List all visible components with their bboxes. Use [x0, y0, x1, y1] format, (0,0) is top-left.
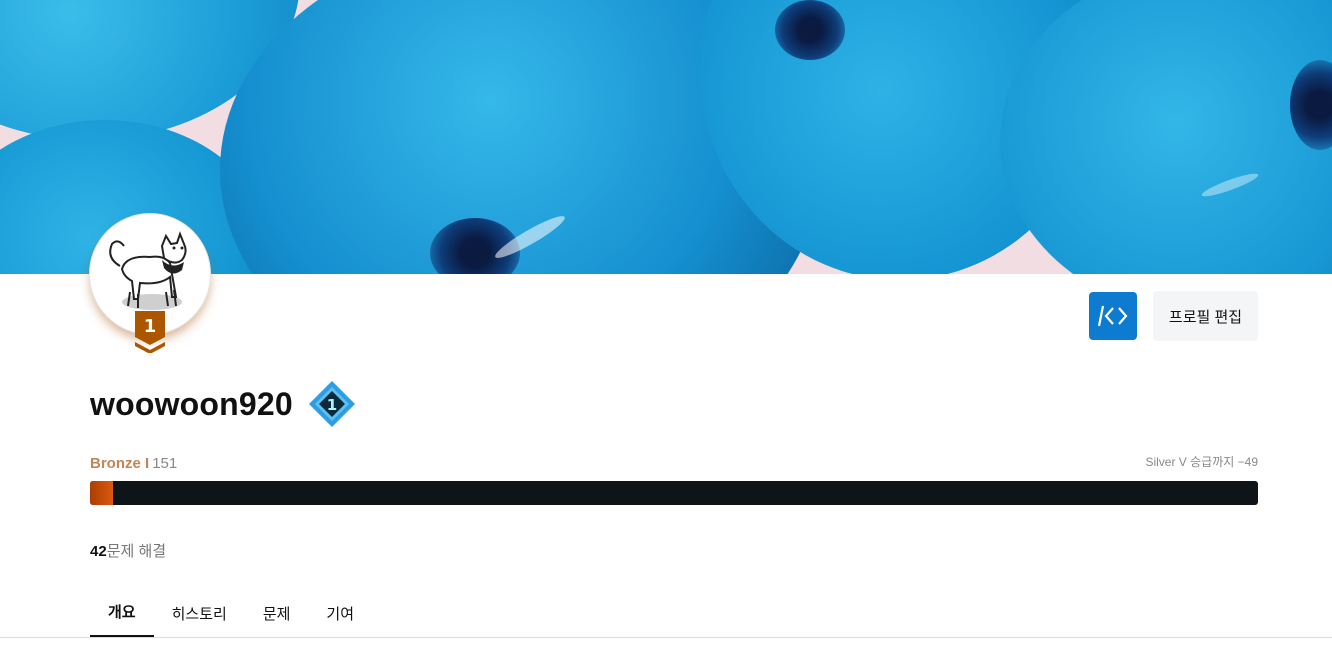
- class-badge-icon: 1: [308, 381, 355, 427]
- code-brackets-icon: [1097, 305, 1128, 327]
- tier-rating: 151: [152, 455, 178, 472]
- username-row: woowoon920 1: [90, 378, 357, 430]
- tab-problems[interactable]: 문제: [245, 588, 309, 638]
- tier-progress-bar: [90, 481, 1258, 505]
- tab-overview[interactable]: 개요: [90, 588, 154, 638]
- avatar-wrapper: 1: [90, 214, 210, 354]
- tier-name: Bronze I: [90, 455, 150, 472]
- solvedac-code-button[interactable]: [1089, 292, 1137, 340]
- profile-tabs: 개요 히스토리 문제 기여: [90, 588, 372, 638]
- rank-badge-number: 1: [144, 316, 157, 337]
- tab-history[interactable]: 히스토리: [154, 588, 245, 638]
- username: woowoon920: [90, 385, 293, 422]
- tab-contributions[interactable]: 기여: [308, 588, 372, 638]
- solved-label: 문제 해결: [106, 543, 167, 560]
- rank-badge-icon: 1: [135, 311, 165, 353]
- edit-profile-button[interactable]: 프로필 편집: [1153, 291, 1258, 341]
- tab-divider: [0, 637, 1332, 638]
- tier-label: Bronze I 151: [90, 455, 177, 472]
- solved-count: 42: [90, 543, 107, 560]
- solved-stat: 42문제 해결: [90, 540, 166, 561]
- tier-progress-fill: [90, 481, 114, 505]
- class-badge-number: 1: [327, 396, 337, 414]
- promotion-text: Silver V 승급까지 −49: [1145, 455, 1258, 469]
